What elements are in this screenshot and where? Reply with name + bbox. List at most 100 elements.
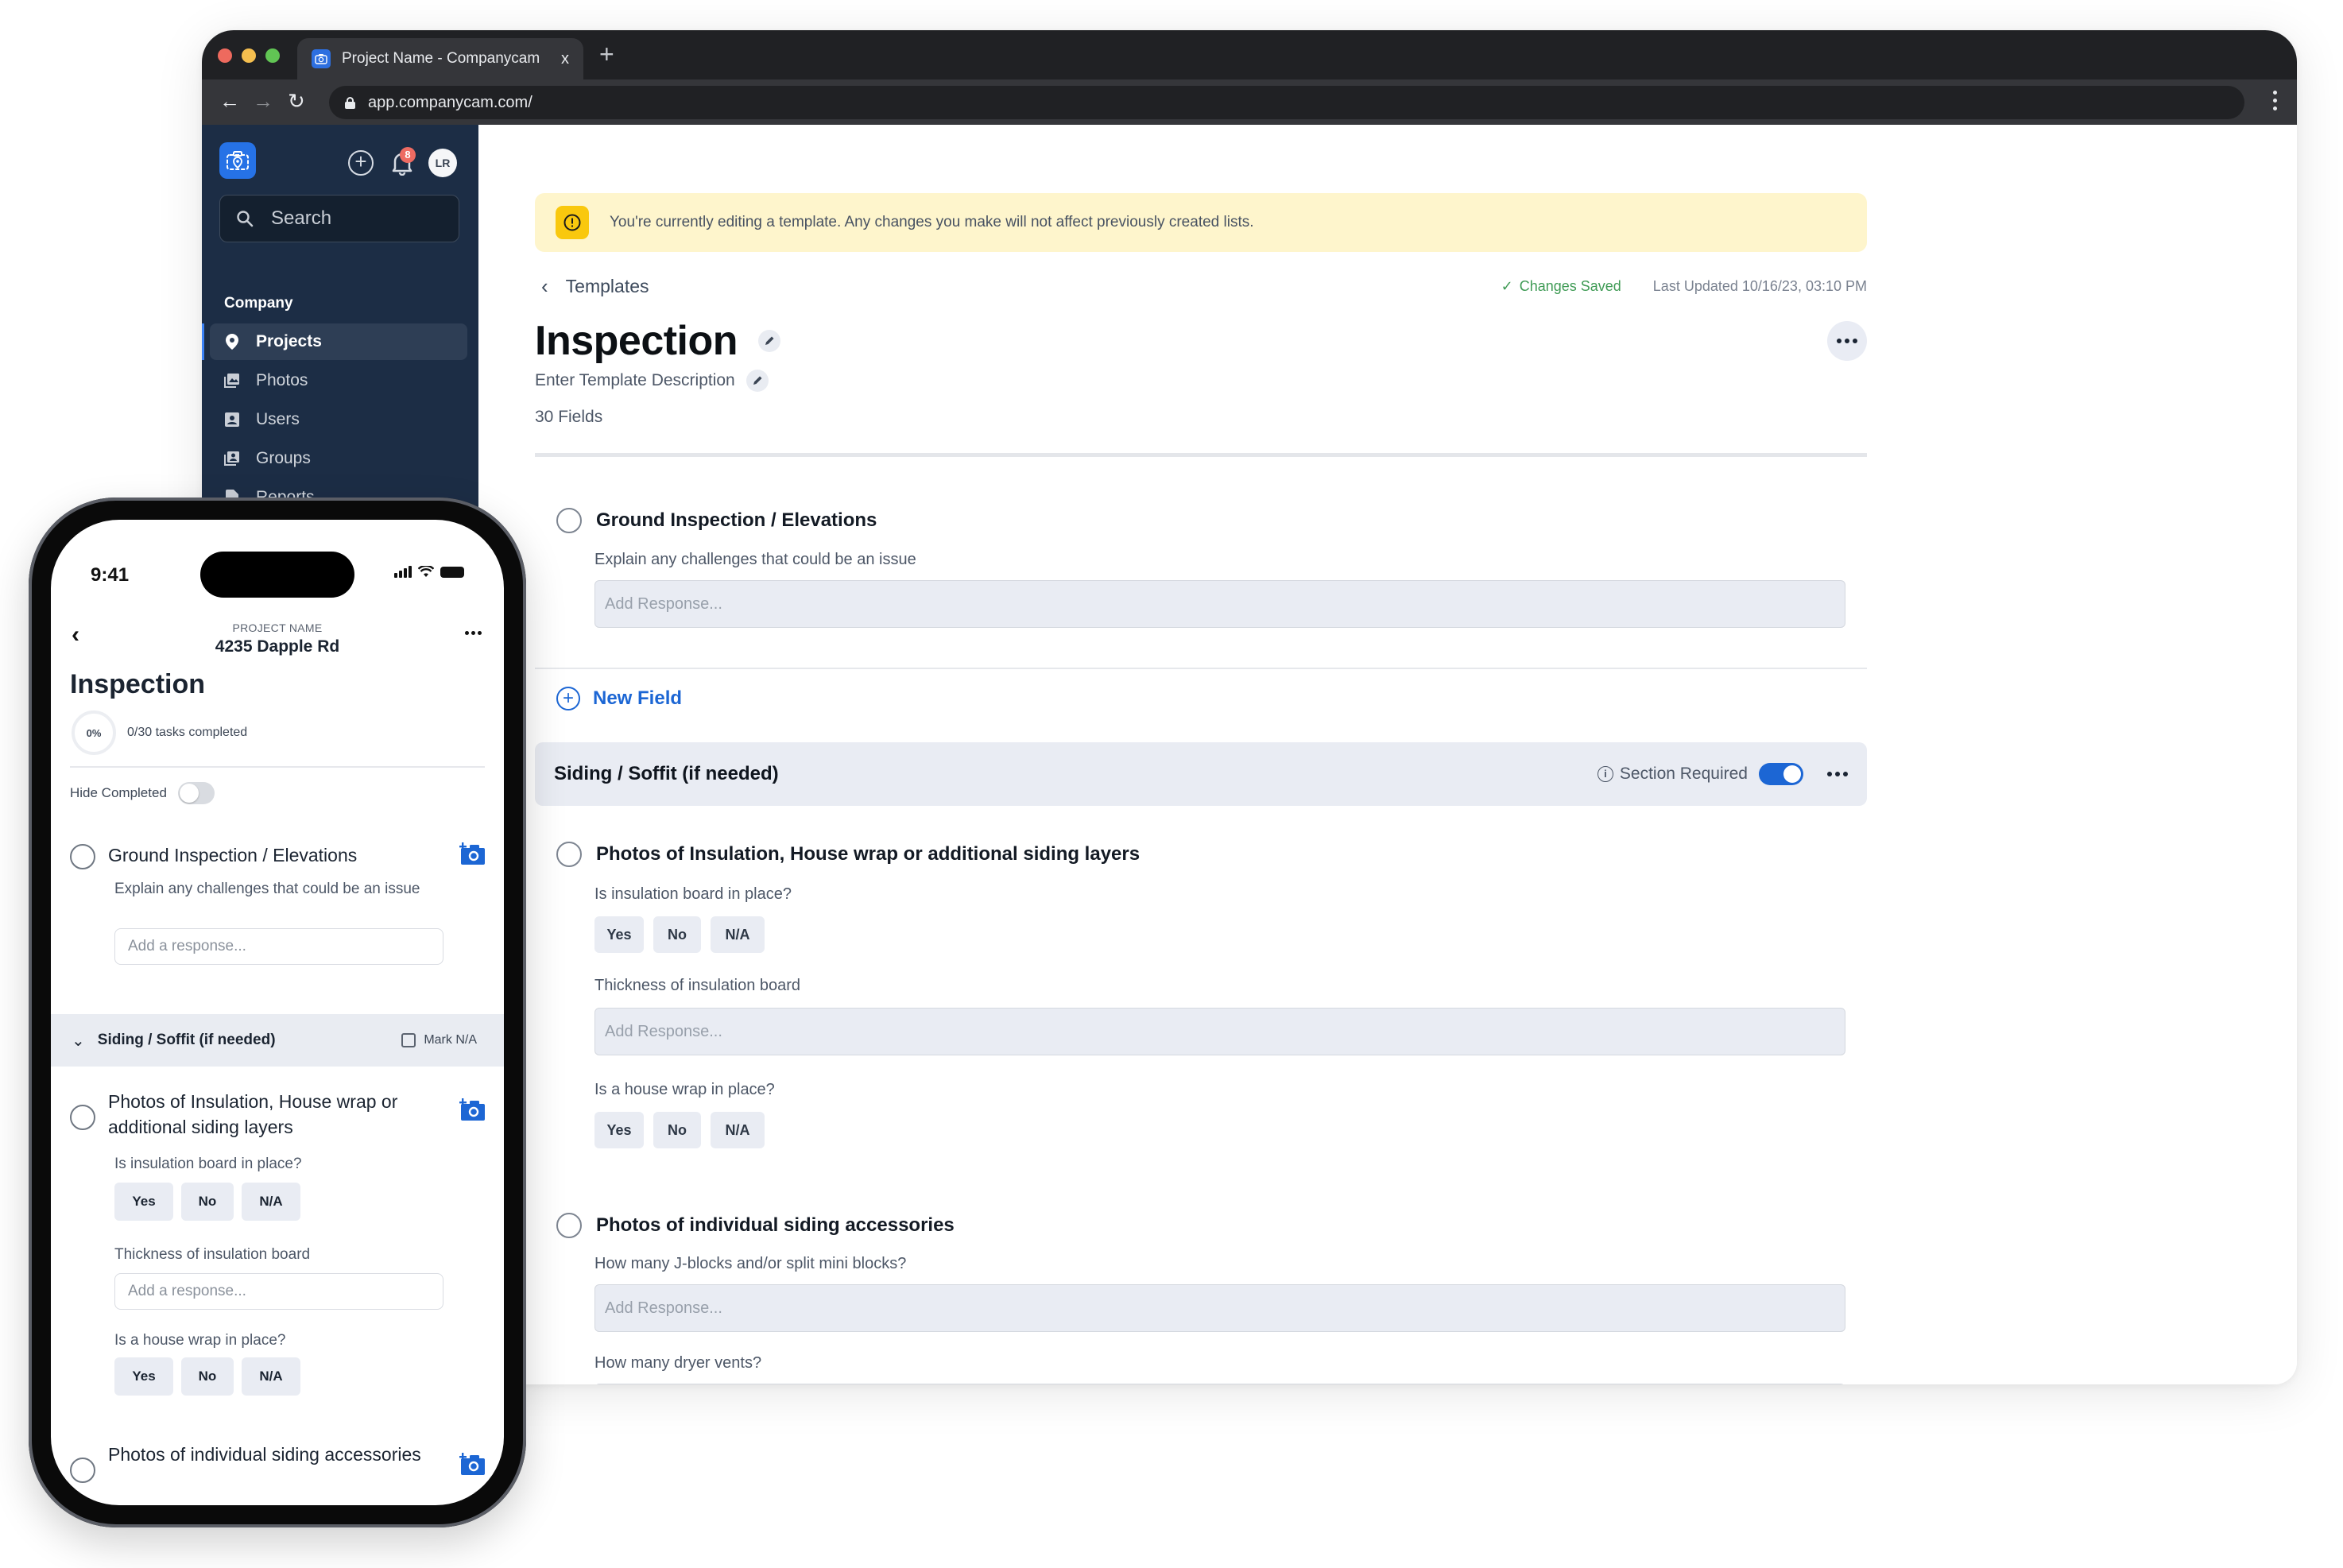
checkbox-icon — [401, 1033, 416, 1047]
field-count: 30 Fields — [535, 408, 603, 426]
response-input[interactable]: Add Response... — [594, 1284, 1845, 1332]
field-sub-label: Is a house wrap in place? — [594, 1081, 775, 1098]
section-more-button[interactable] — [1827, 772, 1848, 776]
browser-toolbar: ← → ↻ app.companycam.com/ — [202, 79, 2297, 125]
field-sub-label: Is insulation board in place? — [114, 1156, 302, 1172]
minimize-window-button[interactable] — [242, 48, 256, 63]
breadcrumb-label: Templates — [565, 275, 649, 296]
field-complete-radio[interactable] — [556, 1213, 582, 1238]
field-sub-label: Thickness of insulation board — [594, 977, 801, 994]
search-placeholder: Search — [271, 207, 332, 229]
sidebar-item-label: Users — [256, 410, 300, 428]
phone-response-input[interactable]: Add a response... — [114, 928, 443, 965]
chevron-down-icon: ⌄ — [72, 1032, 85, 1050]
option-na-button[interactable]: N/A — [242, 1183, 300, 1221]
plus-circle-icon: + — [556, 687, 580, 710]
user-icon — [224, 412, 240, 428]
field-sub-label: Thickness of insulation board — [114, 1246, 311, 1263]
option-no-button[interactable]: No — [653, 1112, 701, 1148]
groups-icon — [224, 451, 240, 467]
field-complete-radio[interactable] — [556, 508, 582, 533]
hide-completed-label: Hide Completed — [70, 785, 167, 800]
new-field-button[interactable]: + New Field — [556, 687, 682, 710]
section-required-toggle[interactable] — [1759, 763, 1803, 785]
field-sub-label: Is insulation board in place? — [594, 885, 792, 903]
section-required-control: i Section Required — [1597, 763, 1803, 785]
sidebar-item-label: Projects — [256, 332, 322, 350]
add-photo-camera-icon[interactable] — [459, 1098, 485, 1121]
progress-summary: 0% 0/30 tasks completed — [72, 710, 247, 755]
companycam-logo[interactable] — [219, 142, 256, 179]
field-item: Photos of Insulation, House wrap or addi… — [535, 838, 1867, 1148]
yes-no-na-group: Yes No N/A — [594, 1112, 1867, 1148]
hide-completed-row: Hide Completed — [70, 782, 215, 804]
progress-ring: 0% — [72, 710, 116, 755]
option-yes-button[interactable]: Yes — [594, 916, 644, 953]
mark-na-checkbox[interactable]: Mark N/A — [401, 1033, 477, 1047]
close-tab-icon[interactable]: x — [561, 50, 569, 68]
phone-response-input[interactable]: Add a response... — [114, 1273, 443, 1310]
forward-arrow-icon[interactable]: → — [253, 89, 273, 113]
option-na-button[interactable]: N/A — [711, 916, 765, 953]
edit-title-button[interactable] — [758, 330, 781, 352]
user-avatar[interactable]: LR — [428, 149, 457, 177]
template-more-button[interactable] — [1827, 321, 1867, 361]
field-title: Ground Inspection / Elevations — [108, 845, 358, 865]
browser-tab[interactable]: Project Name - Companycam x — [297, 38, 583, 79]
option-yes-button[interactable]: Yes — [114, 1357, 173, 1396]
tab-strip: Project Name - Companycam x + — [202, 30, 2297, 79]
option-yes-button[interactable]: Yes — [114, 1183, 173, 1221]
sidebar-item-users[interactable]: Users — [210, 401, 467, 438]
template-description-placeholder[interactable]: Enter Template Description — [535, 371, 735, 390]
search-icon — [237, 211, 254, 227]
add-photo-camera-icon[interactable] — [459, 842, 485, 865]
changes-saved-text: Changes Saved — [1519, 277, 1621, 294]
sidebar-search-input[interactable]: Search — [219, 195, 459, 242]
page-title: Inspection — [535, 318, 738, 364]
section-header: Siding / Soffit (if needed) i Section Re… — [535, 742, 1867, 806]
field-sub-label: How many dryer vents? — [594, 1354, 762, 1372]
yes-no-na-group: Yes No N/A — [594, 916, 1867, 953]
info-icon: i — [1597, 766, 1613, 782]
browser-menu-icon[interactable] — [2273, 91, 2278, 110]
response-input[interactable]: Add Response... — [594, 1008, 1845, 1055]
add-photo-camera-icon[interactable] — [459, 1453, 485, 1475]
back-arrow-icon[interactable]: ← — [219, 89, 240, 113]
option-no-button[interactable]: No — [181, 1183, 234, 1221]
new-tab-button[interactable]: + — [599, 41, 614, 67]
sidebar-item-groups[interactable]: Groups — [210, 440, 467, 477]
header-meta-row: ‹ Templates ✓ Changes Saved Last Updated… — [535, 270, 1867, 302]
sidebar-nav: Projects Photos Users Groups Reports — [210, 323, 467, 518]
signal-icon — [394, 566, 412, 578]
field-title: Photos of Insulation, House wrap or addi… — [108, 1091, 398, 1137]
phone-section-header[interactable]: ⌄ Siding / Soffit (if needed) Mark N/A — [51, 1014, 504, 1067]
hide-completed-toggle[interactable] — [177, 782, 215, 804]
field-complete-radio[interactable] — [70, 844, 95, 869]
field-complete-radio[interactable] — [556, 842, 582, 867]
sidebar-item-projects[interactable]: Projects — [210, 323, 467, 360]
close-window-button[interactable] — [218, 48, 232, 63]
edit-description-button[interactable] — [746, 370, 769, 392]
url-text: app.companycam.com/ — [368, 93, 532, 111]
option-no-button[interactable]: No — [653, 916, 701, 953]
template-warning-banner: You're currently editing a template. Any… — [535, 193, 1867, 252]
field-complete-radio[interactable] — [70, 1105, 95, 1130]
field-complete-radio[interactable] — [70, 1458, 95, 1483]
notifications-button[interactable]: 8 — [390, 147, 416, 176]
reload-icon[interactable]: ↻ — [288, 89, 305, 113]
response-input[interactable]: Add Response... — [594, 580, 1845, 628]
option-yes-button[interactable]: Yes — [594, 1112, 644, 1148]
sidebar-item-photos[interactable]: Photos — [210, 362, 467, 399]
checklist-title: Inspection — [70, 669, 206, 699]
option-no-button[interactable]: No — [181, 1357, 234, 1396]
option-na-button[interactable]: N/A — [711, 1112, 765, 1148]
active-indicator — [202, 323, 204, 360]
breadcrumb-templates[interactable]: ‹ Templates — [535, 274, 649, 299]
sidebar-item-label: Photos — [256, 371, 308, 389]
option-na-button[interactable]: N/A — [242, 1357, 300, 1396]
address-bar[interactable]: app.companycam.com/ — [329, 86, 2244, 119]
more-icon[interactable] — [465, 631, 482, 635]
maximize-window-button[interactable] — [265, 48, 280, 63]
add-icon[interactable]: + — [348, 150, 374, 176]
sidebar-section-company: Company — [224, 295, 293, 312]
